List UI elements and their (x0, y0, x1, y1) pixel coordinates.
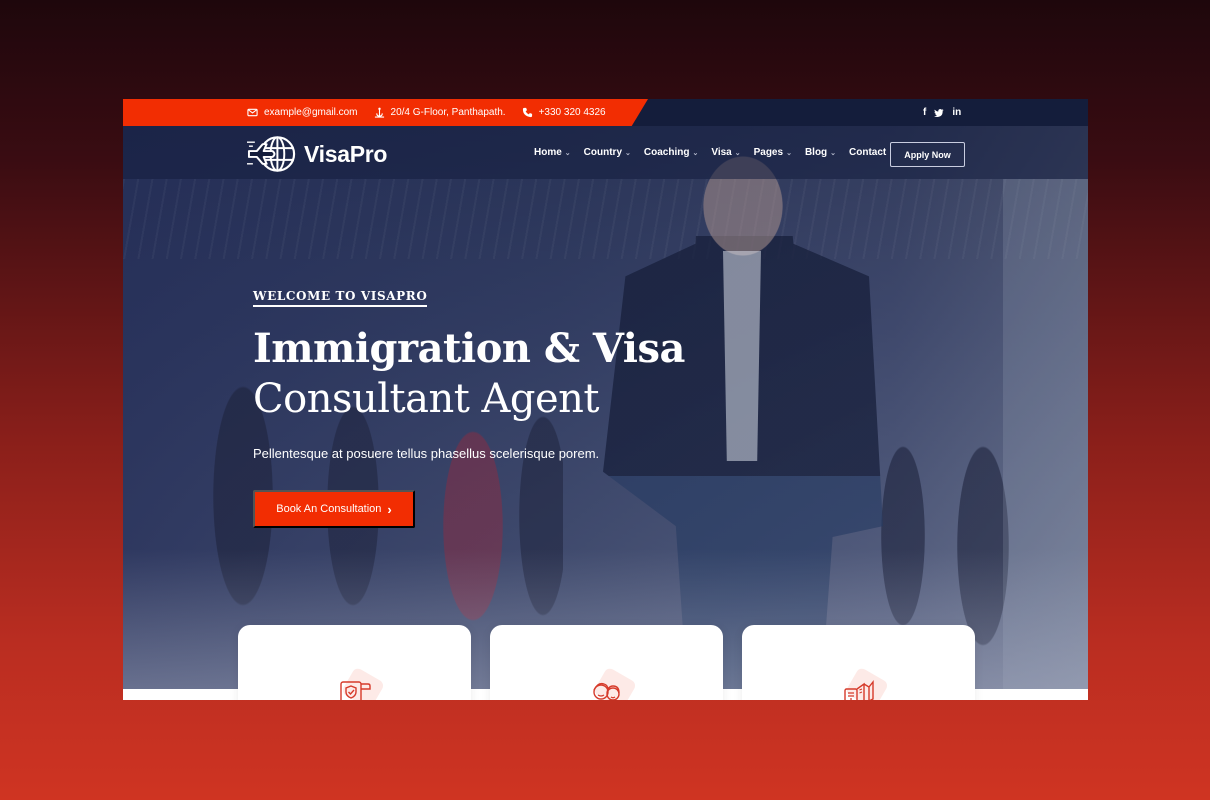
nav-blog[interactable]: Blog ⌄ (805, 147, 836, 158)
logo[interactable]: VisaPro (247, 134, 387, 174)
hero-title-line2: Consultant Agent (253, 376, 600, 422)
chevron-down-icon: ⌄ (564, 149, 571, 157)
visa-document-shield-icon (340, 681, 371, 700)
nav-pages-label: Pages (753, 147, 784, 158)
hero-bg-ceiling (123, 179, 1088, 259)
nav-blog-label: Blog (804, 147, 828, 158)
contact-list: example@gmail.com 20/4 G-Floor, Panthapa… (247, 99, 606, 126)
hero-title-line1: Immigration & Visa (253, 325, 685, 372)
phone-icon (522, 107, 532, 118)
nav-visa[interactable]: Visa ⌄ (711, 147, 740, 158)
chevron-down-icon: ⌄ (692, 149, 699, 157)
envelope-icon (247, 108, 258, 117)
service-card-family[interactable] (490, 625, 723, 700)
hero-bg-traveler-shirt (723, 251, 761, 461)
contact-phone[interactable]: +330 320 4326 (522, 107, 606, 118)
hero-eyebrow: WELCOME TO VISAPRO (253, 289, 428, 307)
passport-book-icon (844, 680, 874, 700)
hero-title: Immigration & Visa Consultant Agent (253, 324, 685, 424)
main-nav: Home ⌄ Country ⌄ Coaching ⌄ Visa ⌄ Pages ⌄ Bl… (534, 126, 886, 179)
hero-subtitle: Pellentesque at posuere tellus phasellus… (253, 446, 600, 461)
linkedin-icon[interactable]: in (952, 107, 961, 118)
service-card-visa[interactable] (238, 625, 471, 700)
nav-contact-label: Contact (849, 147, 887, 158)
location-anchor-icon (374, 107, 384, 118)
nav-home-label: Home (534, 147, 562, 158)
social-links: f in (923, 99, 961, 126)
book-consultation-button[interactable]: Book An Consultation › (253, 490, 415, 528)
website-frame: example@gmail.com 20/4 G-Floor, Panthapa… (123, 99, 1088, 700)
nav-coaching-label: Coaching (643, 147, 690, 158)
nav-pages[interactable]: Pages ⌄ (754, 147, 792, 158)
nav-country-label: Country (583, 147, 623, 158)
chevron-down-icon: ⌄ (786, 149, 792, 157)
contact-email[interactable]: example@gmail.com (247, 107, 358, 118)
nav-home[interactable]: Home ⌄ (534, 147, 571, 158)
nav-country[interactable]: Country ⌄ (584, 147, 631, 158)
family-people-icon (593, 682, 620, 700)
contact-phone-text: +330 320 4326 (538, 107, 606, 118)
service-card-passport[interactable] (742, 625, 975, 700)
nav-coaching[interactable]: Coaching ⌄ (644, 147, 698, 158)
chevron-down-icon: ⌄ (830, 149, 837, 157)
nav-contact[interactable]: Contact (849, 147, 886, 158)
site-header: VisaPro Home ⌄ Country ⌄ Coaching ⌄ Visa ⌄ P… (123, 126, 1088, 179)
book-consultation-label: Book An Consultation (276, 503, 382, 515)
plane-globe-logo-icon (247, 136, 296, 172)
contact-email-text: example@gmail.com (264, 107, 358, 118)
chevron-down-icon: ⌄ (734, 149, 741, 157)
twitter-icon[interactable] (934, 108, 944, 118)
top-bar: example@gmail.com 20/4 G-Floor, Panthapa… (123, 99, 1088, 126)
contact-address-text: 20/4 G-Floor, Panthapath. (390, 107, 506, 118)
apply-now-button[interactable]: Apply Now (890, 142, 965, 167)
contact-address[interactable]: 20/4 G-Floor, Panthapath. (374, 107, 506, 118)
brand-name: VisaPro (304, 140, 388, 167)
nav-visa-label: Visa (711, 147, 732, 158)
chevron-right-icon: › (387, 501, 392, 517)
chevron-down-icon: ⌄ (625, 149, 631, 157)
facebook-icon[interactable]: f (923, 107, 926, 118)
